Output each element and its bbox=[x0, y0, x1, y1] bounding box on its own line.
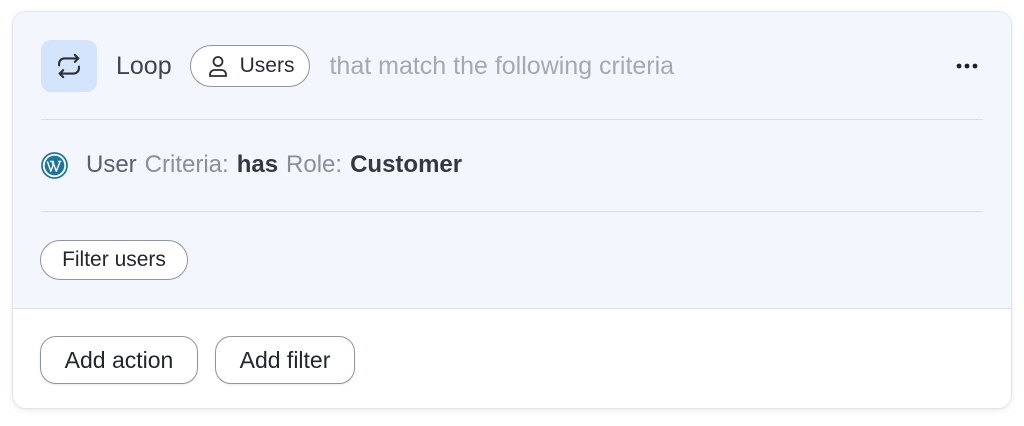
users-pill-label: Users bbox=[239, 54, 295, 77]
add-action-button[interactable]: Add action bbox=[40, 336, 198, 384]
loop-step-card: Loop Users that match the following crit… bbox=[12, 11, 1012, 409]
loop-header: Loop Users that match the following crit… bbox=[41, 40, 983, 92]
criteria-label: Criteria: bbox=[144, 151, 229, 178]
criteria-user-label: User bbox=[86, 151, 137, 178]
user-criteria-row[interactable]: User Criteria: has Role: Customer bbox=[41, 148, 462, 182]
divider bbox=[41, 211, 983, 212]
loop-step-body: Loop Users that match the following crit… bbox=[13, 12, 1011, 309]
divider bbox=[41, 119, 983, 120]
add-filter-button[interactable]: Add filter bbox=[215, 336, 355, 384]
criteria-operator: has bbox=[236, 151, 279, 178]
loop-icon-container bbox=[41, 40, 97, 92]
loop-title: Loop bbox=[116, 51, 172, 80]
users-entity-pill[interactable]: Users bbox=[189, 45, 311, 87]
criteria-description: that match the following criteria bbox=[329, 51, 675, 80]
more-options-button[interactable] bbox=[951, 50, 983, 82]
filter-users-button[interactable]: Filter users bbox=[40, 240, 188, 280]
wordpress-icon bbox=[41, 151, 68, 179]
person-icon bbox=[208, 56, 227, 77]
criteria-field-label: Role: bbox=[286, 151, 343, 178]
loop-arrows-icon bbox=[58, 53, 80, 79]
criteria-value: Customer bbox=[350, 151, 463, 178]
more-horizontal-icon bbox=[956, 63, 978, 69]
